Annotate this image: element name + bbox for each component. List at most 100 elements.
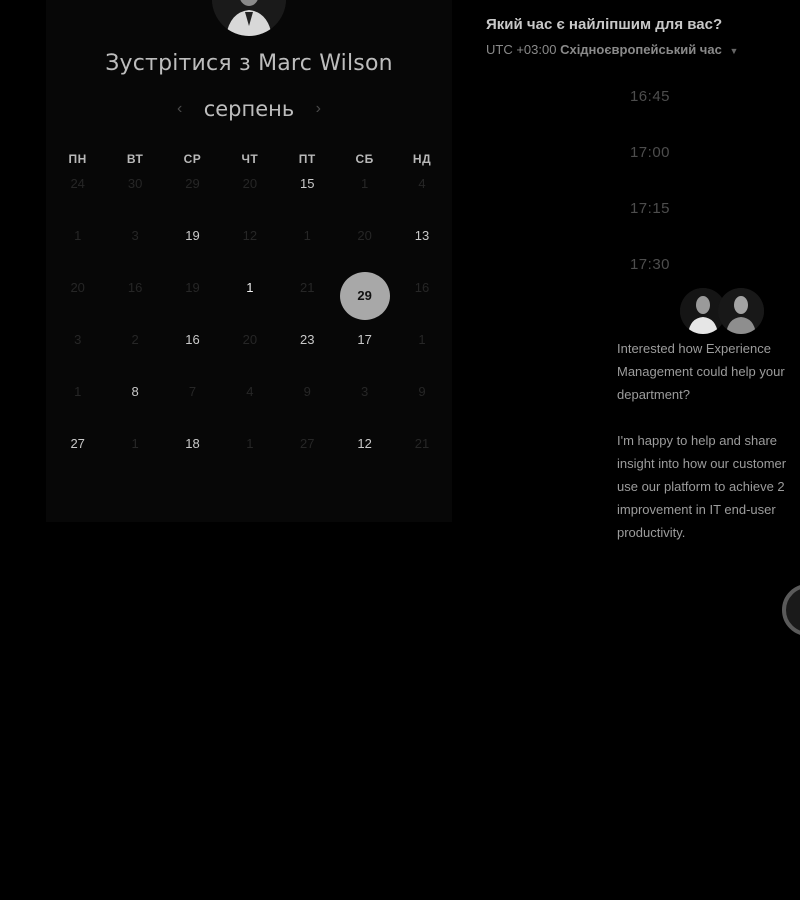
calendar-day: 12 <box>221 219 278 251</box>
time-question: Який час є найліпшим для вас? <box>486 16 723 33</box>
calendar-day-label: 20 <box>242 331 258 347</box>
calendar-day[interactable]: 27 <box>49 427 106 459</box>
calendar-day-label: 19 <box>185 279 200 295</box>
calendar-day: 2 <box>106 323 163 355</box>
weekday-label: СБ <box>355 152 374 166</box>
calendar-day-label: 29 <box>185 175 200 191</box>
time-slot[interactable]: 17:15 <box>600 196 700 252</box>
calendar-day-label: 23 <box>300 331 315 347</box>
chevron-down-icon: ▼ <box>729 46 739 56</box>
calendar-day-label: 4 <box>418 175 426 191</box>
calendar-day-label: 21 <box>414 435 430 451</box>
calendar-day: 3 <box>106 219 163 251</box>
time-slot-list: 16:45 17:00 17:15 17:30 <box>600 84 700 308</box>
calendar-day: 3 <box>49 323 106 355</box>
calendar-day-label: 8 <box>131 383 139 399</box>
calendar-day-label: 15 <box>300 175 315 191</box>
calendar-day-label: 1 <box>246 279 254 295</box>
calendar-day-label: 16 <box>414 279 430 295</box>
weekday-label: НД <box>412 152 432 166</box>
calendar-day-label: 16 <box>185 331 200 347</box>
weekday-label: ВТ <box>126 152 144 166</box>
calendar-day[interactable]: 1 <box>221 271 278 303</box>
calendar-day: 9 <box>393 375 450 407</box>
calendar-day-label: 7 <box>188 383 197 399</box>
calendar-day-label: 21 <box>300 279 315 295</box>
calendar-day-label: 30 <box>127 175 143 191</box>
calendar-day: 1 <box>221 427 278 459</box>
calendar-day-label: 3 <box>131 227 139 243</box>
calendar-day[interactable]: 8 <box>106 375 163 407</box>
calendar-day-label: 24 <box>70 175 85 191</box>
calendar-day-label: 17 <box>357 331 372 347</box>
calendar-day-label: 12 <box>242 227 258 243</box>
calendar-day-label: 1 <box>74 227 82 243</box>
calendar-day: 3 <box>336 375 393 407</box>
calendar-day: 1 <box>279 219 336 251</box>
calendar-day: 9 <box>279 375 336 407</box>
calendar-day-label: 4 <box>246 383 254 399</box>
calendar-day-label: 20 <box>70 279 85 295</box>
calendar-day: 16 <box>393 271 450 303</box>
calendar-day-label: 3 <box>74 331 82 347</box>
calendar-day-label: 29 <box>339 271 390 320</box>
calendar-day: 20 <box>49 271 106 303</box>
calendar-day-label: 9 <box>418 383 426 399</box>
chevron-left-icon[interactable]: ‹ <box>172 100 188 118</box>
weekday-header: ПН ВТ СР ЧТ ПТ СБ НД <box>49 152 451 166</box>
weekday-label: ПТ <box>298 152 316 166</box>
calendar-day[interactable]: 18 <box>164 427 221 459</box>
calendar-day: 27 <box>279 427 336 459</box>
calendar-day-selected[interactable]: 29 <box>336 271 393 320</box>
calendar-day-label: 9 <box>303 383 311 399</box>
calendar-day[interactable]: 23 <box>279 323 336 355</box>
time-slot[interactable]: 16:45 <box>600 84 700 140</box>
calendar-day[interactable]: 16 <box>164 323 221 355</box>
timezone-offset: UTC +03:00 <box>486 42 557 57</box>
description-paragraph-1: Interested how Experience Management cou… <box>617 341 785 402</box>
description-paragraph-2: I'm happy to help and share insight into… <box>617 433 787 540</box>
calendar-day: 21 <box>279 271 336 303</box>
calendar-day-label: 1 <box>246 435 254 451</box>
calendar-day: 1 <box>49 219 106 251</box>
calendar-day-label: 1 <box>131 435 139 451</box>
month-navigation: ‹ серпень › <box>46 95 452 123</box>
weekday-label: ПН <box>68 152 87 166</box>
weekday-label: ЧТ <box>241 152 259 166</box>
chevron-right-icon[interactable]: › <box>310 100 326 118</box>
calendar-day: 29 <box>164 167 221 199</box>
calendar-day: 20 <box>221 323 278 355</box>
calendar-day-label: 19 <box>185 227 200 243</box>
calendar-day[interactable]: 17 <box>336 323 393 355</box>
calendar-day-label: 27 <box>300 435 315 451</box>
host-description: Interested how Experience Management cou… <box>617 337 800 544</box>
calendar-day[interactable]: 19 <box>164 219 221 251</box>
calendar-day-label: 1 <box>303 227 311 243</box>
calendar-day[interactable]: 15 <box>279 167 336 199</box>
time-slot[interactable]: 17:00 <box>600 140 700 196</box>
calendar-day: 1 <box>393 323 450 355</box>
calendar-day: 4 <box>221 375 278 407</box>
calendar-day[interactable]: 13 <box>393 219 450 251</box>
calendar-day-label: 16 <box>127 279 143 295</box>
timezone-selector[interactable]: UTC +03:00 Східноєвропейський час ▼ <box>486 42 738 57</box>
calendar-day[interactable]: 12 <box>336 427 393 459</box>
calendar-day: 20 <box>336 219 393 251</box>
calendar-day-label: 1 <box>74 383 82 399</box>
calendar-day-label: 20 <box>357 227 372 243</box>
calendar-day-label: 13 <box>414 227 430 243</box>
team-avatars <box>680 288 764 334</box>
chat-launcher-button[interactable] <box>782 584 800 636</box>
scheduler-page: Зустрітися з Marc Wilson ‹ серпень › ПН В… <box>0 0 800 900</box>
calendar-day-label: 20 <box>242 175 258 191</box>
weekday-label: СР <box>183 152 202 166</box>
calendar-day-label: 3 <box>361 383 369 399</box>
calendar-day: 16 <box>106 271 163 303</box>
calendar-day: 7 <box>164 375 221 407</box>
timezone-name: Східноєвропейський час <box>560 42 722 57</box>
calendar-day: 1 <box>336 167 393 199</box>
calendar-day-label: 18 <box>185 435 200 451</box>
calendar-day: 19 <box>164 271 221 303</box>
calendar-day-label: 1 <box>418 331 426 347</box>
calendar-day: 1 <box>106 427 163 459</box>
